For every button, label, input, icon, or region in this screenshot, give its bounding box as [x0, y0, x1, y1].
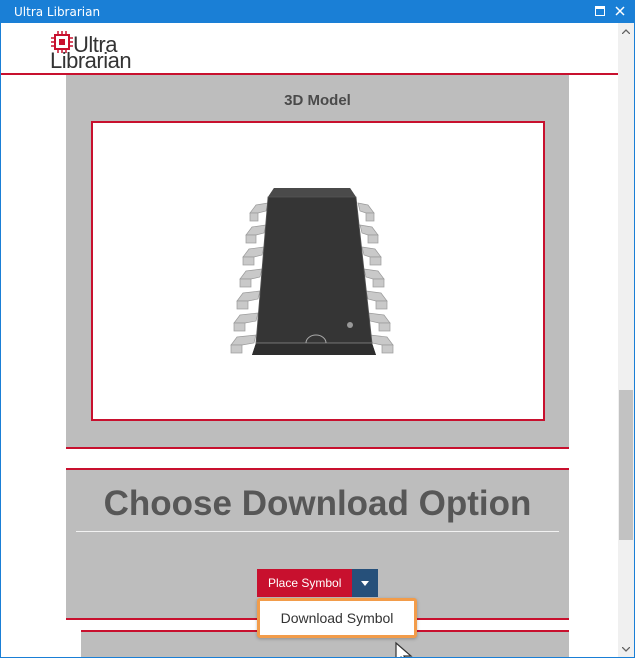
- place-symbol-split-button[interactable]: Place Symbol: [257, 569, 378, 597]
- maximize-icon[interactable]: [591, 2, 609, 20]
- caret-down-icon: [361, 580, 369, 586]
- window-titlebar[interactable]: Ultra Librarian: [0, 0, 635, 23]
- dropdown-toggle-button[interactable]: [352, 569, 378, 597]
- vertical-scrollbar[interactable]: [618, 23, 634, 657]
- ultra-librarian-logo: Ultra Librarian: [49, 29, 149, 73]
- model-panel-title: 3D Model: [284, 92, 351, 109]
- mouse-pointer-icon: [395, 641, 413, 657]
- close-icon[interactable]: [611, 2, 629, 20]
- scroll-down-icon[interactable]: [618, 641, 634, 657]
- divider: [76, 531, 559, 532]
- place-symbol-button[interactable]: Place Symbol: [257, 569, 352, 597]
- download-dropdown-menu: Download Symbol: [257, 598, 417, 638]
- model-panel: 3D Model: [66, 75, 569, 449]
- model-viewer[interactable]: [91, 121, 545, 421]
- logo-text-librarian: Librarian: [50, 48, 132, 73]
- ic-package-3d-image: [230, 188, 394, 355]
- scroll-up-icon[interactable]: [618, 23, 634, 39]
- scrollbar-thumb[interactable]: [619, 390, 633, 540]
- download-symbol-menu-item[interactable]: Download Symbol: [260, 601, 414, 635]
- download-options-title: Choose Download Option: [103, 484, 532, 523]
- page-header: Ultra Librarian: [1, 23, 618, 75]
- window-title: Ultra Librarian: [14, 5, 101, 19]
- page-content[interactable]: Ultra Librarian 3D Model Choose Download…: [1, 23, 618, 657]
